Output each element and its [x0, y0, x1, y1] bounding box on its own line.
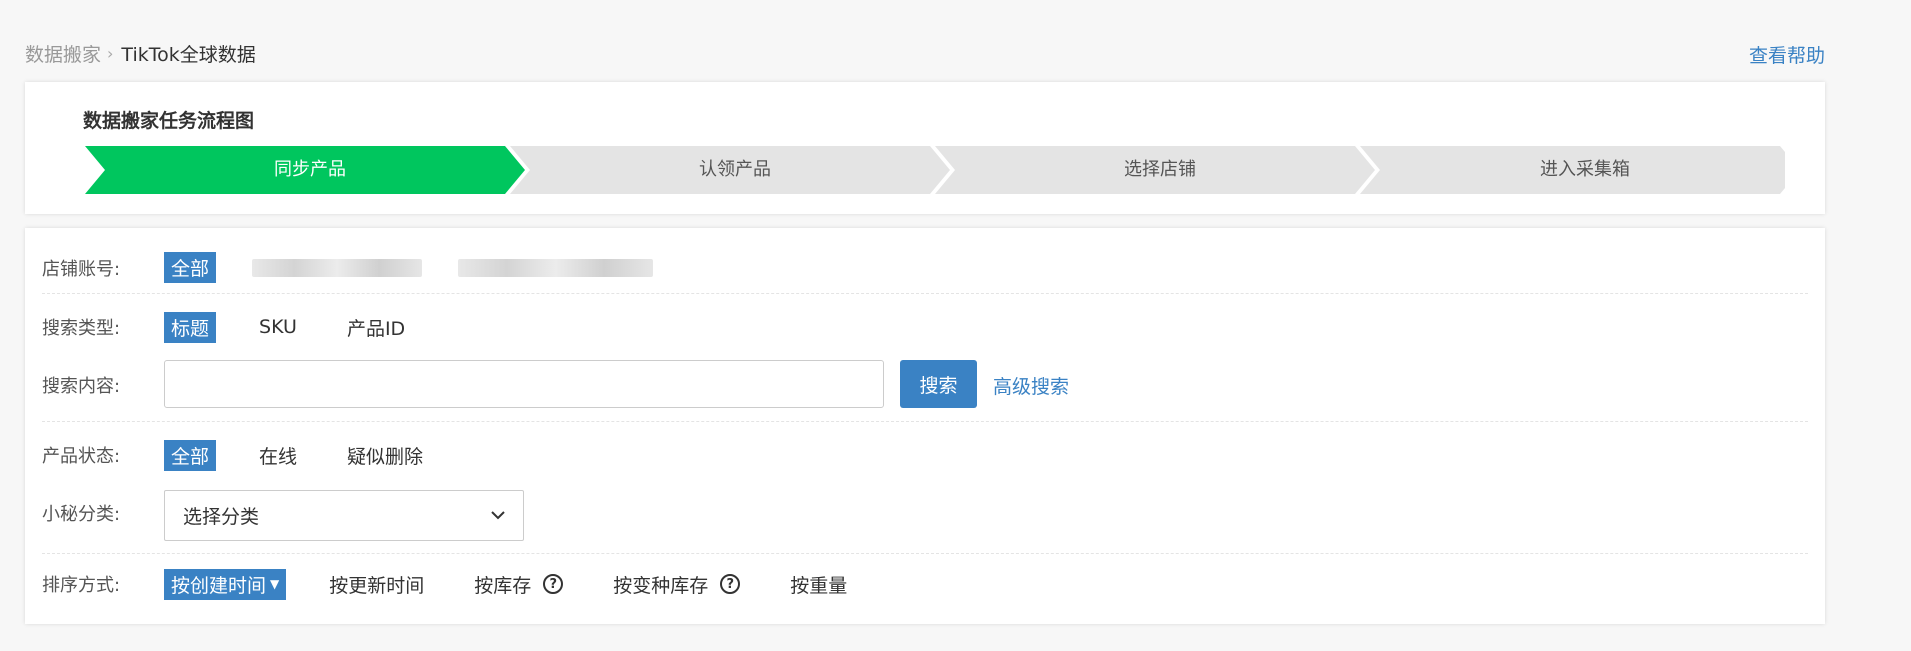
sort-row: 排序方式: 按创建时间 ▼ 按更新时间 按库存 ? 按变种库存 ? 按重量	[42, 558, 1808, 610]
flow-card: 数据搬家任务流程图 同步产品 认领产品 选择店铺 进入采集箱	[25, 82, 1825, 214]
status-option-online[interactable]: 在线	[252, 440, 304, 471]
advanced-search-link[interactable]: 高级搜索	[993, 360, 1069, 399]
search-type-title[interactable]: 标题	[164, 311, 217, 343]
sort-by-update-time[interactable]: 按更新时间	[322, 569, 431, 600]
sort-by-variant-stock[interactable]: 按变种库存 ?	[606, 569, 747, 600]
category-select-value: 选择分类	[183, 506, 260, 528]
search-type-product-id[interactable]: 产品ID	[340, 312, 412, 343]
shop-label: 店铺账号:	[42, 258, 121, 280]
product-status-row: 产品状态: 全部 在线 疑似删除	[42, 430, 1808, 480]
question-circle-icon[interactable]: ?	[543, 574, 564, 594]
category-label: 小秘分类:	[42, 504, 121, 525]
sort-by-weight[interactable]: 按重量	[783, 569, 854, 600]
chevron-down-icon	[491, 508, 505, 524]
flow-steps: 同步产品 认领产品 选择店铺 进入采集箱	[85, 146, 1785, 194]
sort-by-create-time-label: 按创建时间	[171, 574, 267, 597]
help-link[interactable]: 查看帮助	[1749, 41, 1825, 68]
sort-by-stock-label: 按库存	[474, 574, 532, 597]
search-content-label: 搜索内容:	[42, 376, 121, 397]
product-status-label: 产品状态:	[42, 446, 121, 467]
status-option-suspected-deleted[interactable]: 疑似删除	[340, 440, 430, 471]
sort-by-variant-stock-label: 按变种库存	[613, 574, 709, 597]
step-select-shop: 选择店铺	[1124, 159, 1196, 180]
category-row: 小秘分类: 选择分类	[42, 480, 1808, 554]
breadcrumb-separator-icon: ›	[107, 43, 114, 63]
shop-row: 店铺账号: 全部	[42, 242, 1808, 294]
filter-card: 店铺账号: 全部 搜索类型: 标题 SKU 产品ID 搜索内容: 搜索 高级搜索…	[25, 228, 1825, 624]
sort-by-stock[interactable]: 按库存 ?	[467, 569, 570, 600]
shop-option-redacted-2[interactable]	[458, 258, 654, 277]
status-option-all[interactable]: 全部	[164, 439, 217, 471]
category-select[interactable]: 选择分类	[164, 490, 524, 541]
step-enter-collection-box: 进入采集箱	[1540, 159, 1630, 180]
search-type-sku[interactable]: SKU	[252, 314, 304, 340]
search-button[interactable]: 搜索	[900, 360, 977, 408]
search-type-row: 搜索类型: 标题 SKU 产品ID	[42, 302, 1808, 352]
step-sync-products: 同步产品	[274, 159, 346, 180]
sort-label: 排序方式:	[42, 575, 121, 596]
search-content-row: 搜索内容: 搜索 高级搜索	[42, 352, 1808, 422]
caret-down-icon: ▼	[270, 577, 280, 591]
question-circle-icon[interactable]: ?	[720, 574, 741, 594]
shop-option-redacted-1[interactable]	[252, 258, 423, 277]
flow-title: 数据搬家任务流程图	[83, 110, 255, 132]
breadcrumb-current: TikTok全球数据	[121, 43, 256, 66]
step-claim-products: 认领产品	[699, 159, 771, 180]
search-type-label: 搜索类型:	[42, 318, 121, 339]
shop-option-all[interactable]: 全部	[164, 252, 217, 283]
search-input[interactable]	[164, 360, 884, 408]
breadcrumb-root[interactable]: 数据搬家	[25, 40, 101, 67]
top-bar: 数据搬家 › TikTok全球数据 查看帮助	[25, 38, 1825, 68]
sort-by-create-time[interactable]: 按创建时间 ▼	[164, 568, 287, 600]
